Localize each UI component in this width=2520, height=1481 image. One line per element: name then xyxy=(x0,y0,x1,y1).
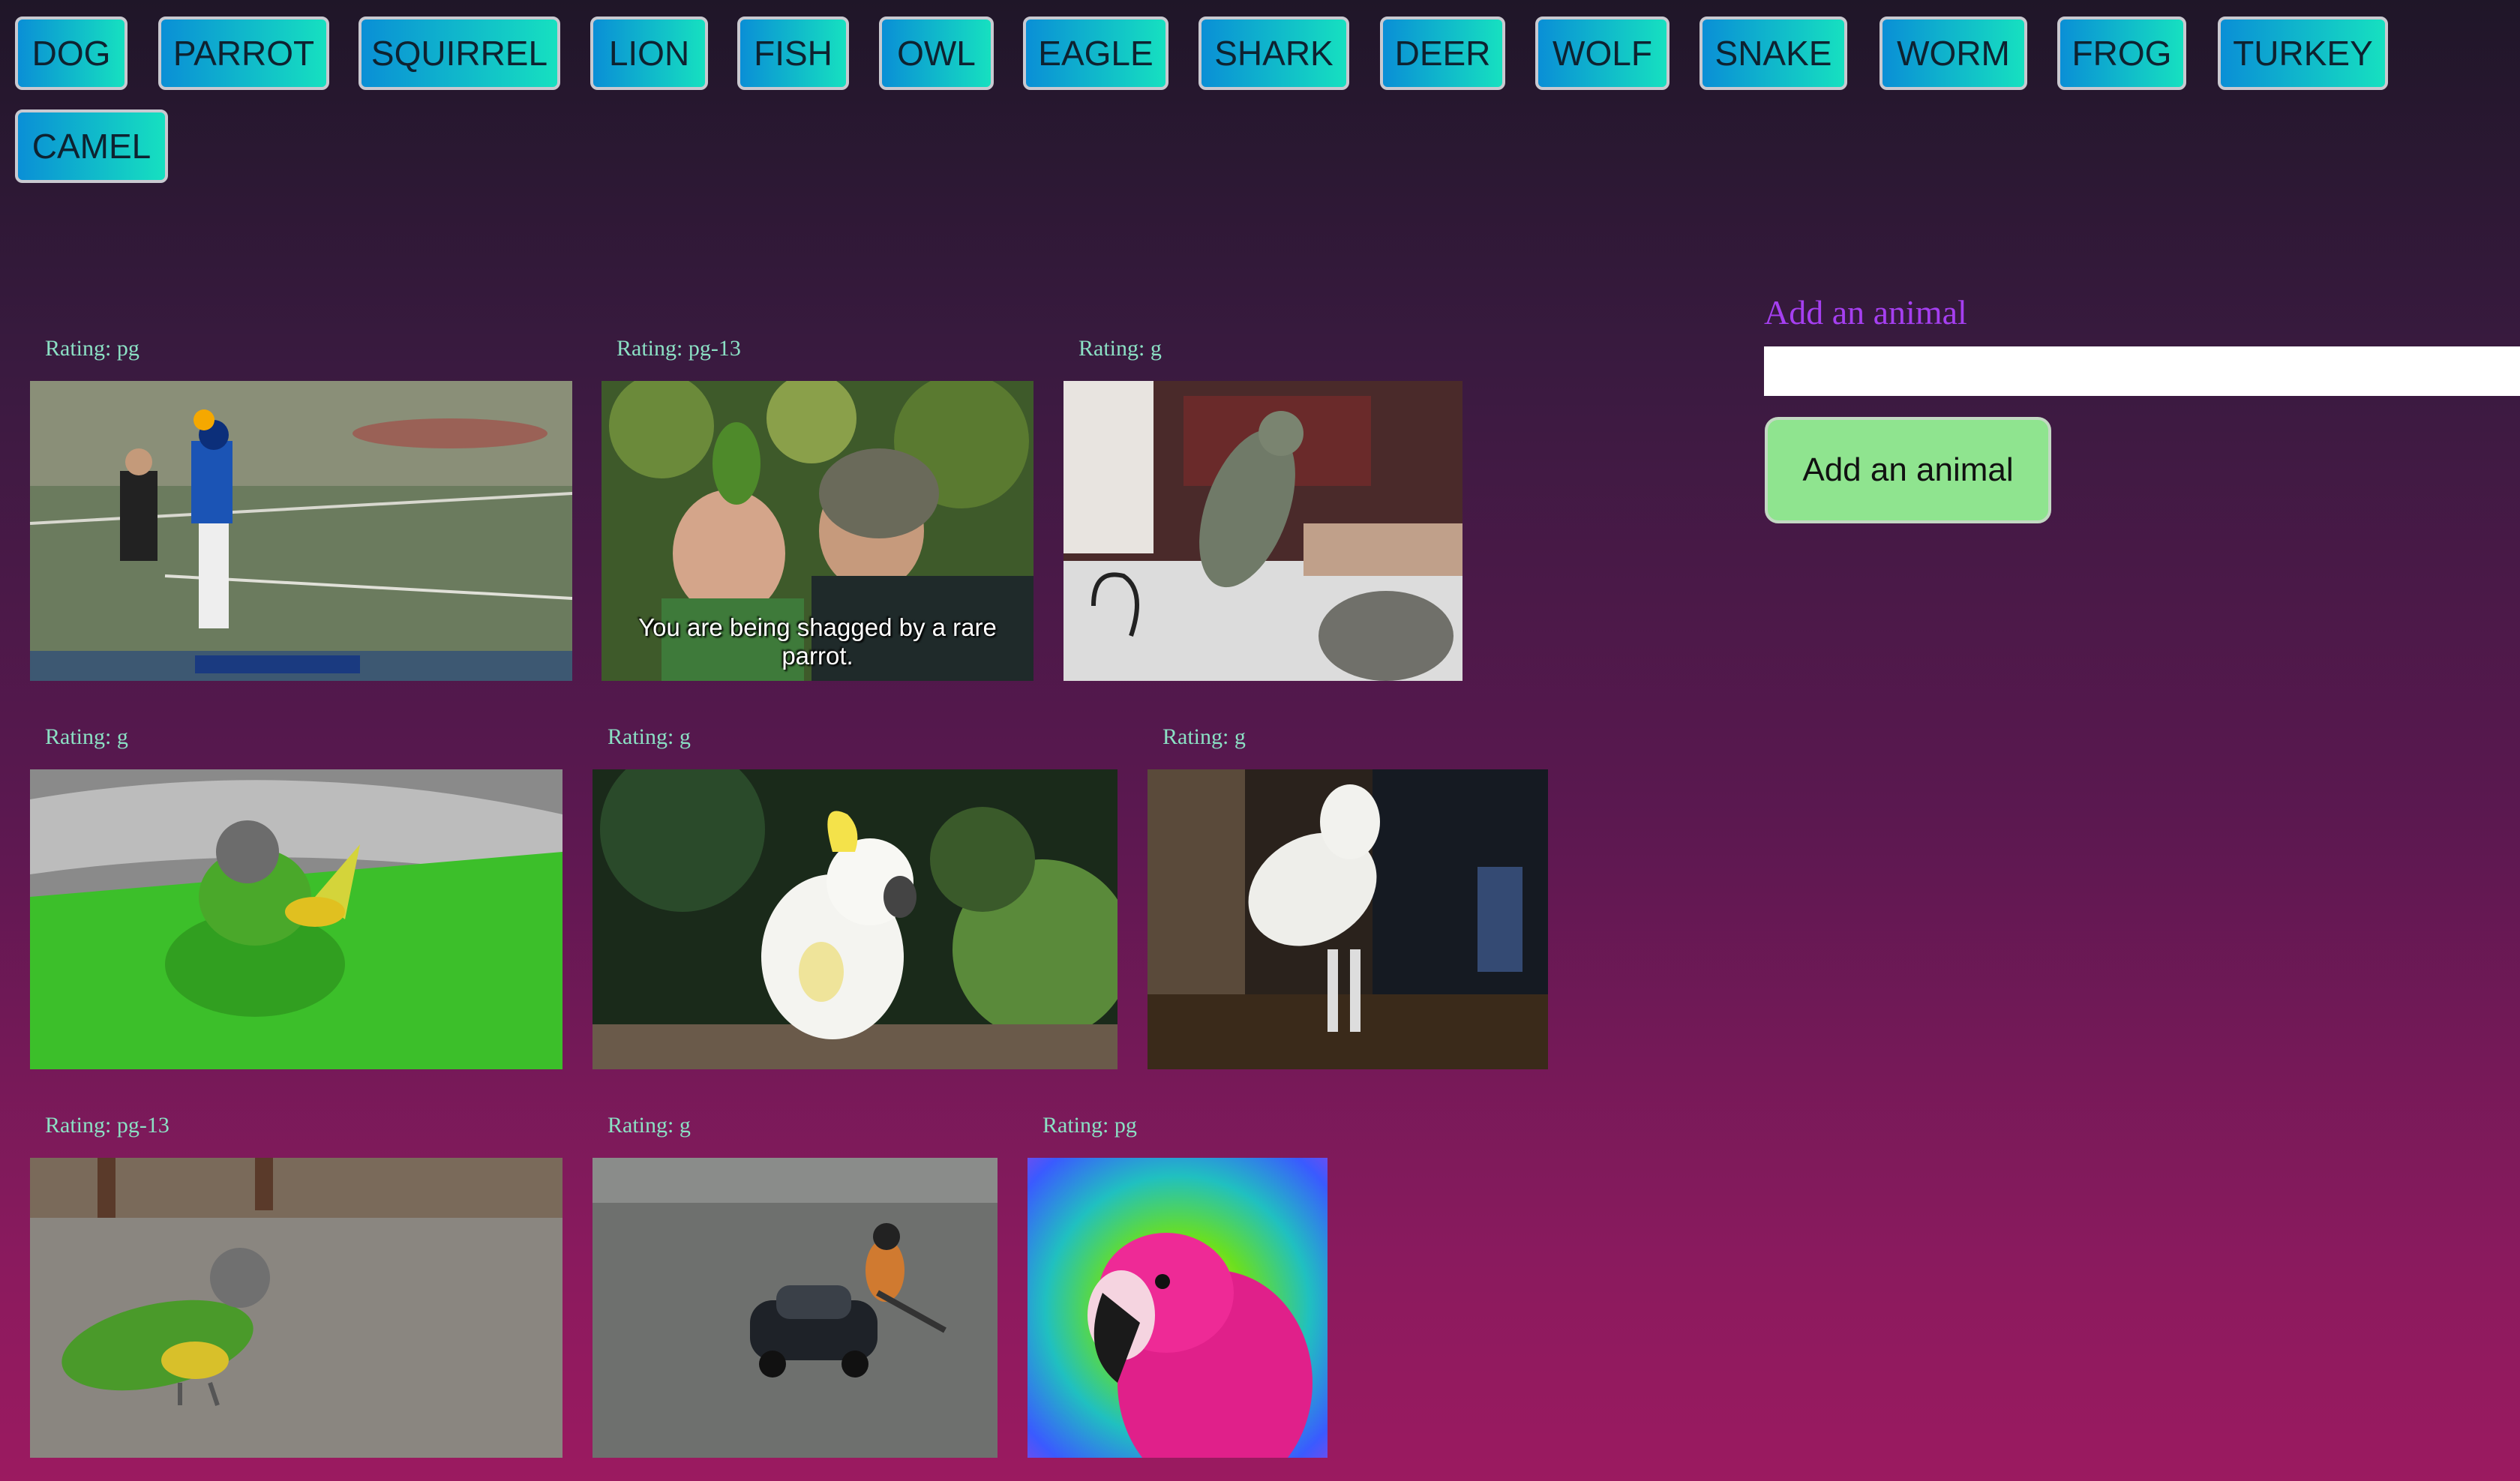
cockatoo-dancing-icon xyxy=(1148,769,1548,1069)
green-parrot-walking-icon xyxy=(30,1158,562,1458)
rating-label: Rating: pg-13 xyxy=(616,336,741,361)
rating-label: Rating: pg xyxy=(45,336,140,361)
form-title: Add an animal xyxy=(1764,293,1967,331)
bird-on-toy-car-icon xyxy=(592,1158,998,1458)
topic-button-deer[interactable]: DEER xyxy=(1380,16,1505,90)
gif-image[interactable]: You are being shagged by a rare parrot. xyxy=(602,381,1034,681)
rating-label: Rating: pg-13 xyxy=(45,1113,170,1138)
rating-label: Rating: g xyxy=(45,724,128,749)
topic-button-owl[interactable]: OWL xyxy=(879,16,994,90)
topic-button-parrot[interactable]: PARROT xyxy=(158,16,329,90)
rating-label: Rating: g xyxy=(608,1113,691,1138)
gray-parrot-walking-icon xyxy=(1064,381,1462,681)
topic-button-wolf[interactable]: WOLF xyxy=(1535,16,1670,90)
rating-label: Rating: pg xyxy=(1042,1113,1137,1138)
gif-caption: You are being shagged by a rare parrot. xyxy=(638,613,997,670)
baseball-parrot-icon xyxy=(30,381,572,681)
add-animal-button[interactable]: Add an animal xyxy=(1765,417,2051,523)
rating-label: Rating: g xyxy=(608,724,691,749)
rating-label: Rating: g xyxy=(1162,724,1246,749)
gif-image[interactable] xyxy=(592,769,1118,1069)
topic-button-shark[interactable]: SHARK xyxy=(1198,16,1349,90)
topic-button-fish[interactable]: FISH xyxy=(737,16,849,90)
gif-image[interactable] xyxy=(1028,1158,1328,1458)
topic-button-lion[interactable]: LION xyxy=(590,16,708,90)
gif-image[interactable] xyxy=(592,1158,998,1458)
topic-button-squirrel[interactable]: SQUIRREL xyxy=(358,16,560,90)
topic-button-eagle[interactable]: EAGLE xyxy=(1023,16,1168,90)
pink-parrot-rainbow-icon xyxy=(1028,1158,1328,1458)
gif-image[interactable] xyxy=(30,1158,562,1458)
gif-image[interactable] xyxy=(30,381,572,681)
parrot-on-green-table-icon xyxy=(30,769,562,1069)
topic-button-turkey[interactable]: TURKEY xyxy=(2218,16,2388,90)
gif-image[interactable] xyxy=(1064,381,1462,681)
gif-image[interactable] xyxy=(30,769,562,1069)
topic-button-frog[interactable]: FROG xyxy=(2057,16,2186,90)
gif-image[interactable] xyxy=(1148,769,1548,1069)
cockatoo-icon xyxy=(592,769,1118,1069)
topic-button-snake[interactable]: SNAKE xyxy=(1700,16,1847,90)
topic-button-worm[interactable]: WORM xyxy=(1880,16,2027,90)
rating-label: Rating: g xyxy=(1078,336,1162,361)
animal-name-input[interactable] xyxy=(1764,346,2520,396)
topic-button-camel[interactable]: CAMEL xyxy=(15,109,168,183)
topic-button-dog[interactable]: DOG xyxy=(15,16,128,90)
